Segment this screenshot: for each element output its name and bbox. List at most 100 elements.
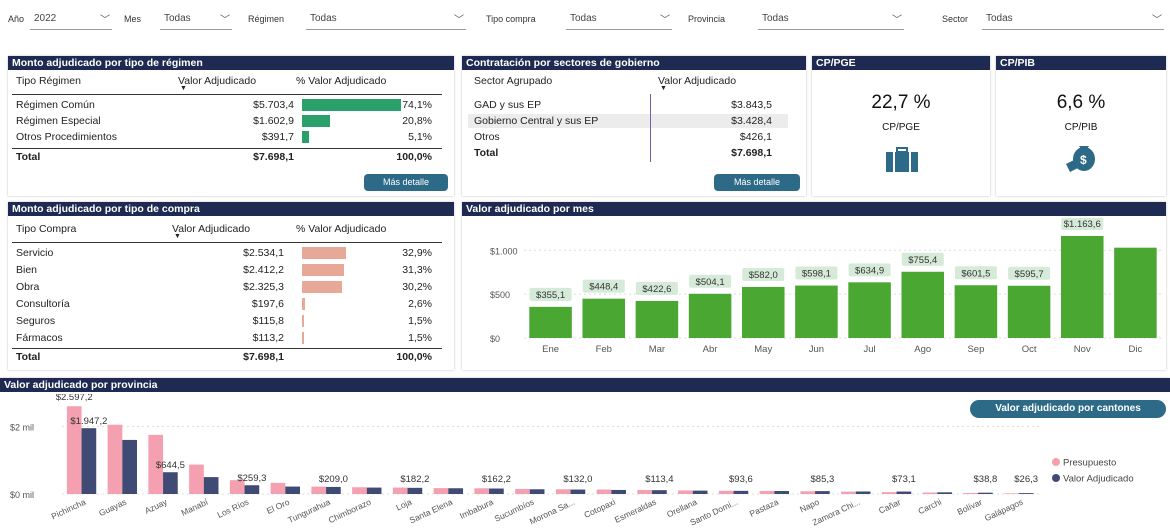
purchase-filter-select[interactable]: Todas ﹀: [566, 9, 672, 30]
budget-bar[interactable]: [1004, 493, 1019, 494]
table-header: Tipo Compra Valor Adjudicado % Valor Adj…: [12, 222, 442, 240]
budget-bar[interactable]: [270, 482, 286, 494]
table-row[interactable]: GAD y sus EP $3.843,5: [468, 98, 788, 112]
awarded-bar[interactable]: [570, 489, 586, 494]
awarded-bar[interactable]: [489, 488, 504, 494]
month-bar[interactable]: [1007, 285, 1051, 338]
month-bar[interactable]: [582, 298, 626, 338]
budget-bar[interactable]: [189, 464, 204, 494]
budget-bar[interactable]: [433, 488, 449, 494]
table-row[interactable]: Consultoría $197,6 2,6%: [12, 297, 442, 311]
budget-bar[interactable]: [596, 489, 612, 494]
budget-bar[interactable]: [800, 491, 816, 494]
table-row[interactable]: Obra $2.325,3 30,2%: [12, 280, 442, 294]
table-row[interactable]: Otros Procedimientos $391,7 5,1%: [12, 130, 442, 144]
awarded-bar[interactable]: [978, 492, 993, 494]
more-detail-button[interactable]: Más detalle: [714, 174, 800, 191]
awarded-bar[interactable]: [855, 491, 871, 494]
budget-bar[interactable]: [107, 424, 123, 494]
data-label: $582,0: [749, 270, 778, 281]
legend-label[interactable]: Presupuesto: [1063, 458, 1116, 469]
month-bar[interactable]: [901, 271, 945, 338]
awarded-bar[interactable]: [163, 472, 178, 494]
awarded-bar[interactable]: [366, 487, 382, 494]
chevron-down-icon: ﹀: [220, 15, 230, 26]
budget-bar[interactable]: [311, 486, 327, 494]
budget-bar[interactable]: [392, 487, 408, 494]
regime-filter-select[interactable]: Todas ﹀: [306, 9, 466, 30]
sort-column-header[interactable]: Valor Adjudicado: [178, 74, 256, 88]
budget-bar[interactable]: [678, 490, 693, 494]
month-bar[interactable]: [741, 286, 785, 338]
regimen-panel-title: Monto adjudicado por tipo de régimen: [8, 56, 454, 70]
budget-bar[interactable]: [963, 492, 979, 494]
awarded-bar[interactable]: [652, 490, 667, 494]
sort-column-header[interactable]: Valor Adjudicado: [172, 222, 250, 236]
budget-bar[interactable]: [922, 492, 938, 494]
budget-bar[interactable]: [841, 491, 856, 494]
budget-bar[interactable]: [515, 488, 530, 494]
awarded-bar[interactable]: [285, 486, 300, 494]
more-detail-button[interactable]: Más detalle: [364, 174, 448, 191]
x-tick-label: Napo: [798, 497, 821, 515]
table-row[interactable]: Gobierno Central y sus EP $3.428,4: [468, 114, 788, 128]
awarded-bar[interactable]: [733, 490, 749, 494]
awarded-bar[interactable]: [326, 486, 341, 494]
awarded-bar[interactable]: [611, 489, 626, 494]
awarded-bar[interactable]: [774, 491, 789, 494]
month-bar-chart: $0 $500 $1.000 Ene $355,1 Feb $448,4 Mar $422,6 A…: [490, 218, 1162, 355]
budget-bar[interactable]: [881, 492, 897, 494]
table-row[interactable]: Otros $426,1: [468, 130, 788, 144]
table-row[interactable]: Régimen Común $5.703,4 74,1%: [12, 98, 442, 112]
budget-bar[interactable]: [352, 487, 367, 494]
month-bar[interactable]: [954, 285, 998, 338]
table-row[interactable]: Fármacos $113,2 1,5%: [12, 331, 442, 345]
table-row[interactable]: Servicio $2.534,1 32,9%: [12, 246, 442, 260]
month-bar[interactable]: [848, 282, 891, 338]
sort-column-header[interactable]: Valor Adjudicado: [658, 74, 736, 88]
awarded-bar[interactable]: [407, 487, 423, 494]
awarded-bar[interactable]: [244, 485, 260, 494]
month-bar[interactable]: [1060, 235, 1104, 338]
table-row[interactable]: Régimen Especial $1.602,9 20,8%: [12, 114, 442, 128]
awarded-bar[interactable]: [896, 491, 912, 494]
month-bar[interactable]: [635, 300, 679, 338]
sector-filter-select[interactable]: Todas ﹀: [982, 9, 1164, 30]
awarded-bar[interactable]: [122, 439, 137, 494]
x-tick-label: Chimborazo: [327, 497, 373, 526]
row-label: Gobierno Central y sus EP: [474, 115, 599, 127]
awarded-bar[interactable]: [1018, 493, 1034, 494]
awarded-bar[interactable]: [815, 491, 830, 494]
legend-label[interactable]: Valor Adjudicado: [1063, 474, 1134, 485]
budget-bar[interactable]: [555, 489, 571, 494]
awarded-bar[interactable]: [448, 488, 463, 494]
awarded-bar[interactable]: [203, 477, 219, 494]
data-label: $504,1: [696, 277, 725, 288]
data-label: $595,7: [1015, 269, 1044, 280]
year-filter-select[interactable]: 2022 ﹀: [30, 9, 112, 30]
budget-bar[interactable]: [637, 489, 653, 494]
data-label: $113,4: [645, 474, 673, 485]
table-row[interactable]: Seguros $115,8 1,5%: [12, 314, 442, 328]
data-label: $755,4: [908, 255, 937, 266]
awarded-bar[interactable]: [81, 428, 97, 494]
month-bar[interactable]: [1114, 247, 1157, 338]
month-bar[interactable]: [529, 306, 572, 338]
data-label: $2.597,2: [56, 394, 93, 403]
table-row[interactable]: Bien $2.412,2 31,3%: [12, 263, 442, 277]
month-bar[interactable]: [688, 293, 732, 338]
kpi-pge-value: 22,7 %: [871, 92, 931, 113]
month-bar[interactable]: [795, 285, 838, 338]
row-value: $5.703,4: [253, 99, 294, 111]
row-percentage: 30,2%: [402, 281, 432, 293]
budget-bar[interactable]: [718, 490, 734, 494]
awarded-bar[interactable]: [692, 490, 708, 494]
province-filter-select[interactable]: Todas ﹀: [758, 9, 904, 30]
awarded-bar[interactable]: [529, 489, 545, 494]
budget-bar[interactable]: [474, 488, 490, 494]
x-tick-label: Jun: [809, 344, 824, 355]
budget-bar[interactable]: [759, 490, 775, 494]
year-filter-label: Año: [8, 14, 25, 24]
awarded-bar[interactable]: [937, 492, 952, 494]
month-filter-select[interactable]: Todas ﹀: [160, 9, 232, 30]
